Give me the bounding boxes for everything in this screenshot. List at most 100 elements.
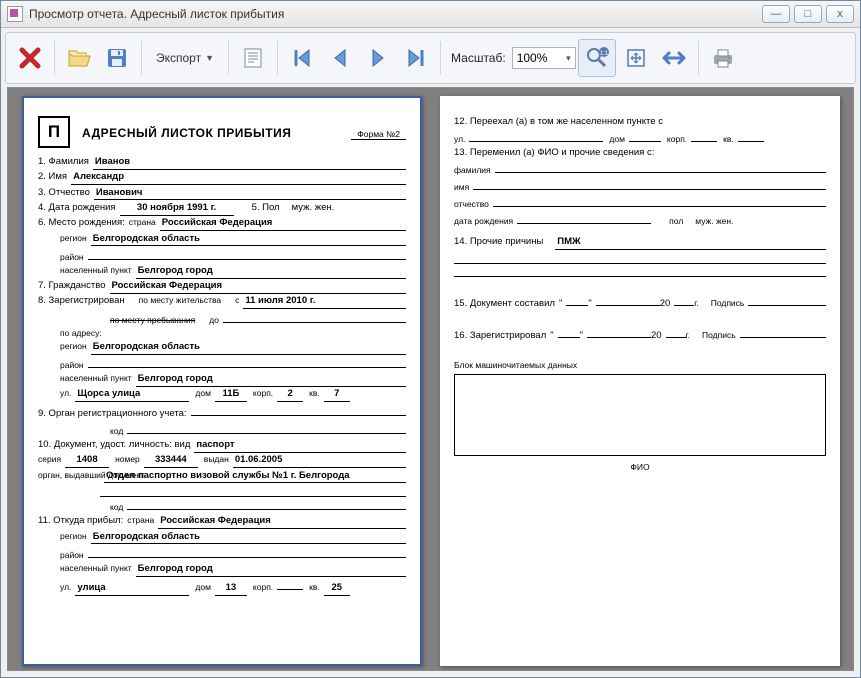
close-report-button[interactable] [12, 40, 48, 76]
sub-city2: населенный пункт [60, 373, 132, 384]
sub-region: регион [60, 233, 87, 244]
floppy-icon [106, 47, 128, 69]
prev-icon [329, 47, 351, 69]
next-icon [367, 47, 389, 69]
number-lbl: номер [115, 454, 140, 465]
issuer-lbl: орган, выдавший документ [38, 471, 100, 480]
ylbl2: г. [686, 330, 690, 341]
house-lbl2: дом [195, 582, 211, 593]
from-street: улица [75, 582, 189, 596]
p12-flat [738, 130, 764, 142]
from-korp [277, 578, 303, 590]
addr-lbl: по адресу: [60, 328, 102, 339]
prev-page-button[interactable] [322, 40, 358, 76]
caret-icon: ▼ [205, 53, 214, 63]
page-setup-button[interactable] [235, 40, 271, 76]
patronymic: Иванович [94, 187, 406, 201]
sub-district3: район [60, 550, 84, 561]
house: 11Б [215, 388, 247, 402]
p13-name [473, 178, 826, 190]
export-label: Экспорт [156, 51, 201, 65]
p13-patr-lbl: отчество [454, 199, 489, 210]
addr-region: Белгородская область [91, 341, 406, 355]
name: Александр [71, 171, 406, 185]
series-lbl: серия [38, 454, 61, 465]
sub-country3: страна [127, 515, 154, 526]
app-icon [7, 6, 23, 22]
y16: 20 [651, 330, 662, 343]
p13-sex: муж. жен. [695, 216, 733, 227]
zoom-actual-button[interactable]: 1:1 [578, 39, 616, 77]
l1: 1. Фамилия [38, 156, 89, 169]
sign-lbl2: Подпись [702, 330, 736, 341]
printer-icon [711, 47, 735, 69]
sub-district2: район [60, 360, 84, 371]
y15: 20 [660, 298, 671, 311]
flat-lbl2: кв. [309, 582, 320, 593]
p13-name-lbl: имя [454, 182, 469, 193]
mrz-box [454, 374, 826, 456]
reg-code [127, 422, 406, 434]
zoom-fit-button[interactable] [618, 40, 654, 76]
by-stay: по месту пребывания [110, 315, 195, 326]
dob: 30 ноября 1991 г. [120, 202, 234, 216]
issuer-code [127, 498, 406, 510]
flat: 7 [324, 388, 350, 402]
birth-city: Белгород город [136, 265, 406, 279]
sub-district: район [60, 252, 84, 263]
zoom-label: Масштаб: [451, 51, 506, 65]
surname: Иванов [93, 156, 406, 170]
street-lbl2: ул. [60, 582, 71, 593]
export-button[interactable]: Экспорт ▼ [148, 40, 222, 76]
last-page-button[interactable] [398, 40, 434, 76]
p13-dob-lbl: дата рождения [454, 216, 513, 227]
minimize-button[interactable]: — [762, 5, 790, 23]
from-city: Белгород город [136, 563, 406, 577]
korp: 2 [277, 388, 303, 402]
open-button[interactable] [61, 40, 97, 76]
zoom-width-button[interactable] [656, 40, 692, 76]
p12-street [469, 130, 603, 142]
x-icon [19, 47, 41, 69]
l10: 10. Документ, удост. личность: вид [38, 439, 190, 452]
zoom-combo[interactable]: 100% ▾ [512, 47, 576, 69]
save-button[interactable] [99, 40, 135, 76]
reg-body [191, 404, 407, 416]
divider [228, 41, 229, 75]
zoom-value: 100% [517, 51, 548, 65]
p-glyph: П [38, 116, 70, 148]
sex: муж. жен. [292, 202, 335, 215]
maximize-button[interactable]: □ [794, 5, 822, 23]
addr-city: Белгород город [136, 373, 406, 387]
divider [440, 41, 441, 75]
l8: 8. Зарегистрирован [38, 295, 125, 308]
reason3 [454, 265, 826, 277]
sign-lbl1: Подпись [711, 298, 745, 309]
print-button[interactable] [705, 40, 741, 76]
l11: 11. Откуда прибыл: [38, 515, 123, 528]
next-page-button[interactable] [360, 40, 396, 76]
sub-city3: населенный пункт [60, 563, 132, 574]
p13-sex-lbl: пол [669, 216, 683, 227]
preview-viewport[interactable]: П АДРЕСНЫЙ ЛИСТОК ПРИБЫТИЯ Форма №2 1. Ф… [7, 87, 854, 671]
citizenship: Российская Федерация [110, 280, 407, 294]
code-lbl2: код [110, 502, 123, 513]
l3: 3. Отчество [38, 187, 90, 200]
birth-region: Белгородская область [91, 233, 406, 247]
until-lbl: до [209, 315, 219, 326]
close-button[interactable]: x [826, 5, 854, 23]
first-page-button[interactable] [284, 40, 320, 76]
page-icon [242, 47, 264, 69]
p13-surname [495, 161, 826, 173]
p13-surname-lbl: фамилия [454, 165, 491, 176]
issued-lbl: выдан [204, 454, 229, 465]
first-icon [291, 47, 313, 69]
p13-dob [517, 212, 651, 224]
page-1: П АДРЕСНЫЙ ЛИСТОК ПРИБЫТИЯ Форма №2 1. Ф… [22, 96, 422, 666]
street-lbl: ул. [60, 388, 71, 399]
divider [141, 41, 142, 75]
l6: 6. Место рождения: [38, 217, 125, 230]
l9: 9. Орган регистрационного учета: [38, 408, 187, 421]
p12-korp-lbl: корп. [667, 134, 687, 145]
l15: 15. Документ составил [454, 298, 555, 311]
